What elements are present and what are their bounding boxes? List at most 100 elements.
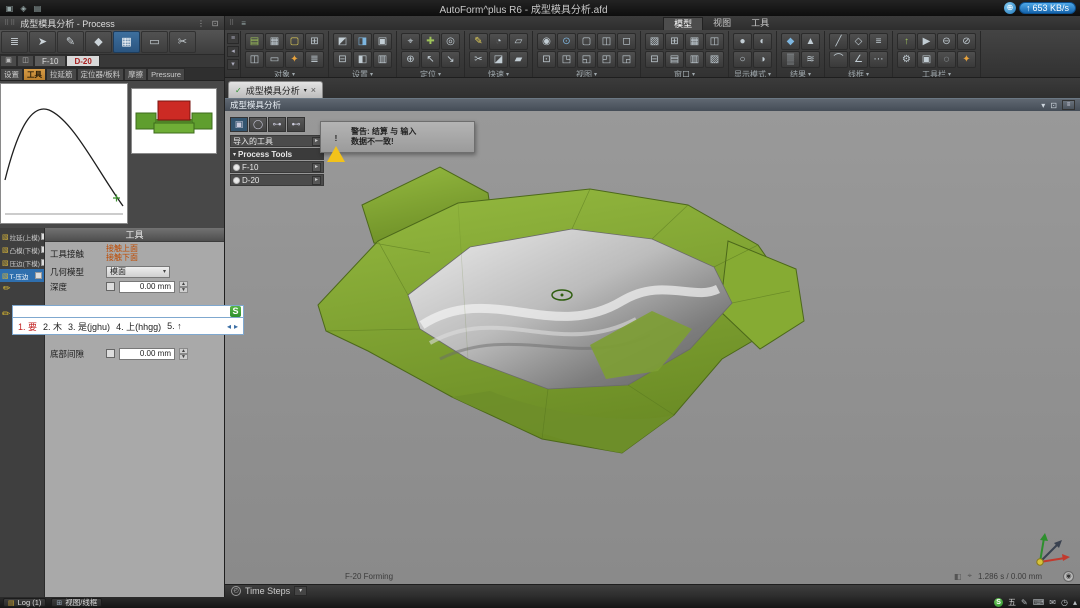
ribbon-icon[interactable]: ○ bbox=[733, 51, 752, 68]
ribbon-icon[interactable]: ▭ bbox=[265, 51, 284, 68]
ribbon-icon[interactable]: ▰ bbox=[509, 51, 528, 68]
ribbon-icon[interactable]: ▲ bbox=[801, 33, 820, 50]
ribbon-icon[interactable]: ◻ bbox=[617, 33, 636, 50]
ribbon-icon[interactable]: ⊞ bbox=[305, 33, 324, 50]
bottom-gap-stepper[interactable]: ▲ ▼ bbox=[179, 347, 188, 360]
ribbon-icon[interactable]: ↘ bbox=[441, 51, 460, 68]
tool-checkbox[interactable] bbox=[40, 259, 44, 266]
time-steps-bar[interactable]: ◴ Time Steps ▾ bbox=[225, 584, 1080, 597]
ribbon-icon[interactable]: ▧ bbox=[645, 33, 664, 50]
ribbon-icon[interactable]: ▤ bbox=[245, 33, 264, 50]
ribbon-group-label[interactable]: 对象 ▾ bbox=[274, 69, 295, 77]
cut-icon[interactable]: ✂ bbox=[169, 31, 196, 53]
ribbon-icon[interactable]: ⊘ bbox=[957, 33, 976, 50]
target-icon[interactable]: ⌖ bbox=[967, 571, 972, 581]
process-curve-graph[interactable] bbox=[0, 83, 128, 224]
edit-pencil-icon[interactable]: ✏ bbox=[0, 282, 44, 295]
tab-d20[interactable]: D-20 bbox=[66, 55, 100, 67]
ribbon-icon[interactable]: ▥ bbox=[685, 51, 704, 68]
ribbon-tab-tools[interactable]: 工具 bbox=[741, 17, 779, 30]
keyboard-tray-icon[interactable]: ⌨ bbox=[1033, 598, 1045, 607]
ribbon-icon[interactable]: ╱ bbox=[829, 33, 848, 50]
ribbon-icon[interactable]: ◰ bbox=[597, 51, 616, 68]
tab-pilots-blank[interactable]: 定位器/板料 bbox=[76, 68, 125, 80]
window-layout-icon[interactable]: ▤ bbox=[32, 3, 43, 14]
chevron-right-icon[interactable]: ▸ bbox=[312, 175, 321, 185]
ribbon-icon[interactable]: ✚ bbox=[421, 33, 440, 50]
ime-mode-indicator[interactable]: 五 bbox=[1008, 597, 1016, 608]
tree-item-imported-tools[interactable]: 导入的工具 ▸ bbox=[230, 135, 324, 147]
depth-input[interactable]: 0.00 mm bbox=[119, 280, 175, 293]
radio-icon[interactable] bbox=[233, 163, 240, 171]
ime-candidate[interactable]: 4. 上(hhgg) bbox=[116, 320, 161, 333]
chevron-down-icon[interactable]: ▾ bbox=[304, 87, 307, 94]
depth-stepper[interactable]: ▲ ▼ bbox=[179, 280, 188, 293]
close-icon[interactable]: × bbox=[311, 85, 316, 95]
bottom-gap-input[interactable]: 0.00 mm bbox=[119, 347, 175, 360]
ribbon-icon[interactable]: ▣ bbox=[373, 33, 392, 50]
ribbon-icon[interactable]: ▣ bbox=[917, 51, 936, 68]
ribbon-tab-model[interactable]: 模型 bbox=[663, 17, 704, 30]
ribbon-icon[interactable]: ◫ bbox=[245, 51, 264, 68]
link-icon[interactable]: ⊶ bbox=[268, 117, 286, 132]
dock-icon[interactable]: ⊡ bbox=[1050, 101, 1057, 110]
left-panel-header[interactable]: ⠿⠿ 成型模具分析 - Process ⋮ ⊡ bbox=[0, 16, 225, 30]
ribbon-icon[interactable]: ▢ bbox=[285, 33, 304, 50]
drag-handle-icon[interactable]: ⠿⠿ bbox=[4, 19, 16, 27]
ime-candidate[interactable]: 3. 是(jghu) bbox=[68, 320, 110, 333]
menu-icon[interactable]: ≣ bbox=[1, 31, 28, 53]
ribbon-icon[interactable]: ◑ bbox=[753, 51, 772, 68]
surface-select-icon[interactable]: ▣ bbox=[230, 117, 248, 132]
ribbon-icon[interactable]: ◲ bbox=[617, 51, 636, 68]
ribbon-icon[interactable]: ≋ bbox=[801, 51, 820, 68]
all-tools-tab-icon[interactable]: ▣ bbox=[0, 55, 17, 67]
ime-next-icon[interactable]: ▸ bbox=[234, 322, 238, 331]
ribbon-icon[interactable]: ▥ bbox=[373, 51, 392, 68]
tree-group-process-tools[interactable]: ▾ Process Tools bbox=[230, 148, 324, 160]
ribbon-icon[interactable]: ▢ bbox=[577, 33, 596, 50]
ribbon-icon[interactable]: ≣ bbox=[305, 51, 324, 68]
ellipse-select-icon[interactable]: ◯ bbox=[249, 117, 267, 132]
ribbon-icon[interactable]: ⊟ bbox=[645, 51, 664, 68]
ribbon-group-label[interactable]: 窗口 ▾ bbox=[674, 69, 695, 77]
ribbon-icon[interactable]: ⊞ bbox=[665, 33, 684, 50]
ribbon-icon[interactable]: ◧ bbox=[353, 51, 372, 68]
mail-tray-icon[interactable]: ✉ bbox=[1049, 598, 1056, 607]
sogou-logo-icon[interactable]: S bbox=[230, 306, 241, 317]
ribbon-icon[interactable]: ⊟ bbox=[333, 51, 352, 68]
ribbon-group-label[interactable]: 工具栏 ▾ bbox=[922, 69, 951, 77]
ribbon-icon[interactable]: ⊕ bbox=[401, 51, 420, 68]
tree-item-d20[interactable]: D-20 ▸ bbox=[230, 174, 324, 186]
clamp-icon[interactable]: ◧ bbox=[954, 572, 962, 581]
chevron-down-icon[interactable]: ▾ bbox=[1041, 101, 1045, 110]
radio-icon[interactable] bbox=[233, 176, 240, 184]
3d-die-model[interactable] bbox=[290, 153, 810, 483]
ribbon-expand-icon[interactable]: ▾ bbox=[227, 59, 239, 70]
ribbon-icon[interactable]: ◱ bbox=[577, 51, 596, 68]
ribbon-icon[interactable]: ◩ bbox=[333, 33, 352, 50]
ribbon-group-label[interactable]: 显示模式 ▾ bbox=[734, 69, 771, 77]
ribbon-icon[interactable]: ▦ bbox=[685, 33, 704, 50]
view-reset-button[interactable]: ◉ bbox=[1063, 571, 1074, 582]
ribbon-icon[interactable]: ▦ bbox=[265, 33, 284, 50]
ribbon-group-label[interactable]: 结果 ▾ bbox=[790, 69, 811, 77]
viewport-canvas[interactable]: ▣ ◯ ⊶ ⊷ 导入的工具 ▸ ▾ Process Tools F-10 ▸ D… bbox=[225, 111, 1080, 584]
ribbon-back-icon[interactable]: ◂ bbox=[227, 46, 239, 57]
tab-setup[interactable]: 设置 bbox=[0, 68, 23, 80]
ribbon-icon[interactable]: ≡ bbox=[869, 33, 888, 50]
ribbon-icon[interactable]: ⋯ bbox=[869, 51, 888, 68]
window-menu-icon[interactable]: ◈ bbox=[18, 3, 29, 14]
ribbon-icon[interactable]: ▨ bbox=[705, 51, 724, 68]
edit-icon[interactable]: ✎ bbox=[57, 31, 84, 53]
ribbon-icon[interactable]: ◔ bbox=[489, 33, 508, 50]
ribbon-icon[interactable]: ◐ bbox=[753, 33, 772, 50]
ribbon-icon[interactable]: ◳ bbox=[557, 51, 576, 68]
view-wireframe-button[interactable]: ⊞ 视图/线框 bbox=[51, 598, 103, 607]
grid-view-icon[interactable]: ▦ bbox=[113, 31, 140, 53]
panel-collapse-button[interactable]: ≡ bbox=[1062, 100, 1075, 110]
tab-drawbeads[interactable]: 拉延筋 bbox=[46, 68, 77, 80]
ribbon-tab-view[interactable]: 视图 bbox=[703, 17, 741, 30]
ribbon-icon[interactable]: ⌒ bbox=[829, 51, 848, 68]
ribbon-group-label[interactable]: 视图 ▾ bbox=[576, 69, 597, 77]
ime-pencil-icon[interactable]: ✏ bbox=[2, 309, 10, 320]
